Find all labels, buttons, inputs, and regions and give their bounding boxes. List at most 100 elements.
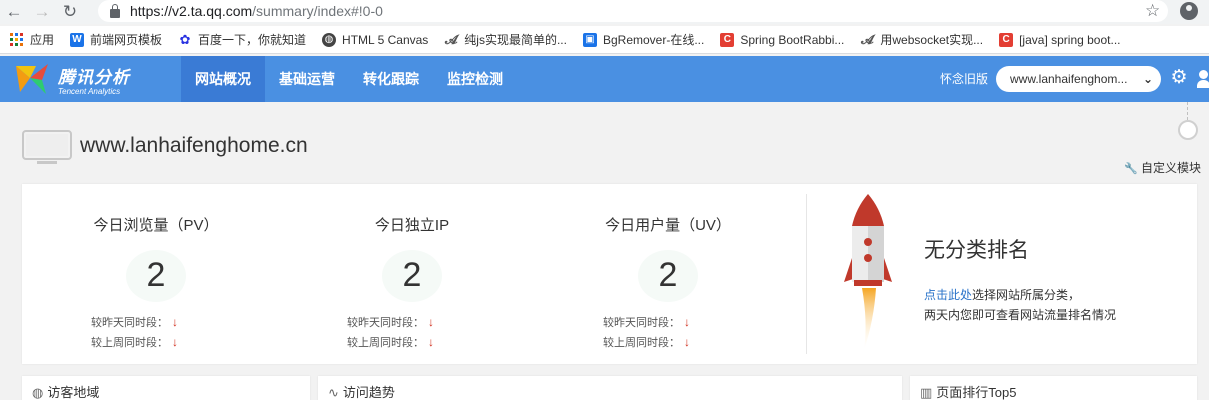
trend-line-icon: ∿: [328, 385, 339, 400]
panel-visit-trend: ∿ 访问趋势: [318, 376, 902, 400]
decorative-line: [1187, 102, 1188, 120]
down-arrow-icon: ↓: [428, 335, 434, 349]
url-host: https://v2.ta.qq.com: [130, 3, 253, 19]
rank-desc-2: 两天内您即可查看网站流量排名情况: [924, 308, 1117, 322]
bookmark-bgremover[interactable]: ▣ BgRemover-在线...: [582, 31, 705, 48]
bookmark-label: 百度一下，你就知道: [198, 33, 307, 47]
tencent-analytics-logo-icon[interactable]: [14, 62, 50, 96]
bar-chart-icon: ▥: [920, 385, 933, 400]
down-arrow-icon: ↓: [172, 315, 178, 329]
rank-desc-1: 选择网站所属分类，: [972, 288, 1081, 302]
cmp-yesterday: 较昨天同时段： ↓: [347, 314, 434, 330]
stat-ip: 今日独立IP 2 较昨天同时段： ↓ 较上周同时段： ↓: [282, 184, 542, 364]
stat-value: 2: [658, 256, 678, 294]
reload-icon[interactable]: ↻: [56, 0, 84, 24]
bookmark-label: 应用: [30, 33, 55, 47]
stat-label: 今日独立IP: [374, 217, 450, 234]
site-title: www.lanhaifenghome.cn: [80, 134, 308, 157]
globe-icon: ◍: [32, 385, 44, 400]
nav-basic-ops[interactable]: 基础运营: [265, 56, 349, 102]
bookmark-label: 用websocket实现...: [880, 33, 984, 47]
cmp-label: 较昨天同时段：: [91, 317, 168, 329]
back-arrow-icon[interactable]: ←: [0, 0, 28, 24]
site-select[interactable]: www.lanhaifenghom... ⌄: [996, 66, 1161, 92]
bookmarks-bar: 应用 W 前端网页模板 ✿ 百度一下，你就知道 ◍ HTML 5 Canvas …: [0, 26, 1209, 54]
url-path: /summary/index#!0-0: [252, 3, 383, 19]
fish-logo-icon: 𝓐: [445, 31, 458, 47]
bookmark-label: HTML 5 Canvas: [342, 32, 429, 47]
bgremover-icon: ▣: [582, 32, 597, 47]
cmp-label: 较昨天同时段：: [347, 317, 424, 329]
stat-pv: 今日浏览量（PV） 2 较昨天同时段： ↓ 较上周同时段： ↓: [26, 184, 286, 364]
stat-label: 今日浏览量（PV）: [93, 217, 219, 234]
nav-summary[interactable]: 网站概况: [181, 56, 265, 102]
lock-icon: [110, 3, 120, 18]
bookmark-java-spring[interactable]: C [java] spring boot...: [999, 32, 1121, 47]
chevron-down-icon: ⌄: [1142, 72, 1153, 86]
panel-title: 访问趋势: [342, 385, 395, 400]
bookmark-apps[interactable]: 应用: [10, 31, 54, 48]
bookmark-label: 纯js实现最简单的...: [464, 33, 567, 47]
profile-avatar-icon[interactable]: [1180, 2, 1198, 20]
forward-arrow-icon[interactable]: →: [28, 0, 56, 24]
browser-toolbar: ← → ↻ https://v2.ta.qq.com/summary/index…: [0, 0, 1209, 24]
bookmark-html5-canvas[interactable]: ◍ HTML 5 Canvas: [322, 32, 429, 47]
back-to-top-icon[interactable]: [1178, 120, 1198, 140]
bookmark-label: [java] spring boot...: [1019, 32, 1121, 47]
cmp-yesterday: 较昨天同时段： ↓: [603, 314, 690, 330]
bookmark-label: 前端网页模板: [90, 33, 163, 47]
logo-en: Tencent Analytics: [58, 87, 121, 96]
stat-value: 2: [146, 256, 166, 294]
csdn-c-icon: C: [720, 32, 735, 47]
nav-conversion[interactable]: 转化跟踪: [349, 56, 433, 102]
choose-category-link[interactable]: 点击此处: [924, 288, 972, 302]
nav-monitoring[interactable]: 监控检测: [433, 56, 517, 102]
address-bar[interactable]: https://v2.ta.qq.com/summary/index#!0-0: [98, 0, 1168, 22]
app-header: 腾讯分析 Tencent Analytics 网站概况 基础运营 转化跟踪 监控…: [0, 56, 1209, 102]
panel-page-top5: ▥ 页面排行Top5: [910, 376, 1197, 400]
custom-module-link[interactable]: 🔧 自定义模块: [1124, 159, 1201, 176]
panel-visitor-region: ◍ 访客地域: [22, 376, 310, 400]
cmp-lastweek: 较上周同时段： ↓: [91, 334, 178, 350]
stat-uv: 今日用户量（UV） 2 较昨天同时段： ↓ 较上周同时段： ↓: [538, 184, 798, 364]
monitor-icon: [22, 130, 72, 164]
fish-logo-icon: 𝓐: [861, 31, 874, 47]
bookmark-label: Spring BootRabbi...: [740, 32, 845, 47]
bookmark-js-article[interactable]: 𝓐 纯js实现最简单的...: [444, 31, 567, 48]
user-icon[interactable]: [1197, 70, 1209, 88]
down-arrow-icon: ↓: [172, 335, 178, 349]
down-arrow-icon: ↓: [684, 315, 690, 329]
cmp-label: 较昨天同时段：: [603, 317, 680, 329]
site-select-value: www.lanhaifenghom...: [1010, 72, 1128, 86]
panel-title: 页面排行Top5: [936, 385, 1017, 400]
cmp-yesterday: 较昨天同时段： ↓: [91, 314, 178, 330]
divider: [806, 194, 807, 354]
panel-title: 访客地域: [47, 385, 100, 400]
logo-text[interactable]: 腾讯分析 Tencent Analytics: [58, 63, 130, 96]
bookmark-star-icon[interactable]: ☆: [1145, 0, 1160, 22]
bookmark-label: BgRemover-在线...: [602, 33, 705, 47]
rank-description: 点击此处选择网站所属分类， 两天内您即可查看网站流量排名情况: [924, 285, 1116, 325]
cmp-lastweek: 较上周同时段： ↓: [603, 334, 690, 350]
rank-title: 无分类排名: [924, 239, 1029, 262]
cmp-label: 较上周同时段：: [347, 337, 424, 349]
cmp-label: 较上周同时段：: [603, 337, 680, 349]
cmp-label: 较上周同时段：: [91, 337, 168, 349]
down-arrow-icon: ↓: [684, 335, 690, 349]
template-site-icon: W: [70, 32, 85, 47]
globe-icon: ◍: [322, 32, 337, 47]
old-version-link[interactable]: 怀念旧版: [940, 56, 988, 102]
stat-label: 今日用户量（UV）: [605, 217, 731, 234]
bookmark-templates[interactable]: W 前端网页模板: [70, 31, 162, 48]
csdn-c-icon: C: [999, 32, 1014, 47]
rocket-icon: [844, 194, 892, 350]
custom-module-label: 自定义模块: [1141, 161, 1202, 175]
bookmark-baidu[interactable]: ✿ 百度一下，你就知道: [178, 31, 306, 48]
stats-card: 今日浏览量（PV） 2 较昨天同时段： ↓ 较上周同时段： ↓ 今日独立IP 2 较…: [22, 184, 1197, 364]
apps-grid-icon: [10, 32, 24, 47]
wrench-icon: 🔧: [1124, 163, 1138, 175]
bookmark-websocket[interactable]: 𝓐 用websocket实现...: [860, 31, 983, 48]
bookmark-spring-rabbit[interactable]: C Spring BootRabbi...: [720, 32, 845, 47]
down-arrow-icon: ↓: [428, 315, 434, 329]
gear-icon[interactable]: ⚙: [1169, 68, 1189, 88]
